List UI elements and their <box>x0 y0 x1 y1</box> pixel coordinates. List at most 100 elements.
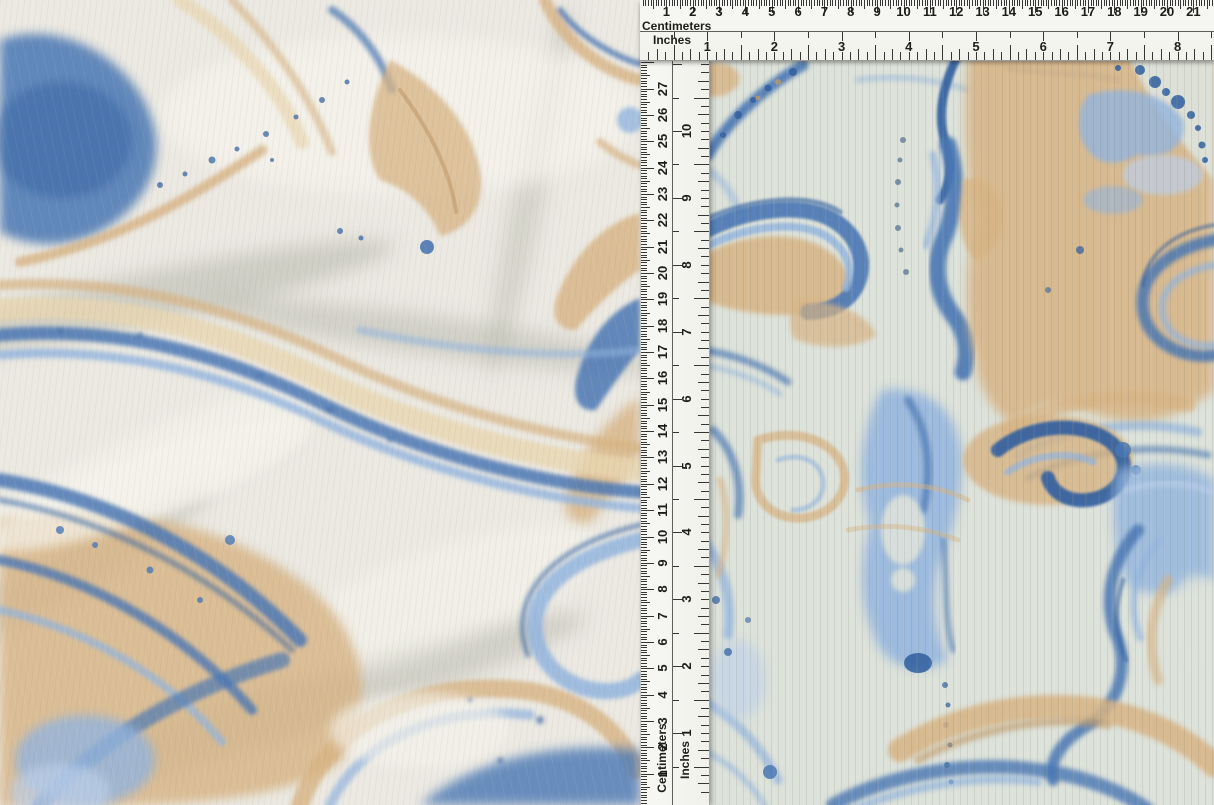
tick-mark <box>1119 52 1120 60</box>
tick-mark <box>641 360 647 361</box>
cm-number: 22 <box>656 210 670 230</box>
tick-mark <box>701 106 709 107</box>
tick-mark <box>641 365 650 366</box>
tick-mark <box>1072 0 1073 6</box>
tick-mark <box>641 526 647 527</box>
tick-mark <box>641 241 647 242</box>
tick-mark <box>641 747 654 748</box>
tick-mark <box>641 157 647 158</box>
tick-mark <box>641 423 647 424</box>
cm-number: 26 <box>656 105 670 125</box>
tick-mark <box>701 407 709 408</box>
tick-mark <box>701 792 709 793</box>
tick-mark <box>641 521 647 522</box>
cm-number: 6 <box>788 5 808 19</box>
tick-mark <box>641 181 650 182</box>
tick-mark <box>641 141 654 142</box>
tick-mark <box>641 784 647 785</box>
tick-mark <box>682 52 683 60</box>
tick-mark <box>1209 0 1210 6</box>
tick-mark <box>641 634 647 635</box>
tick-mark <box>1194 49 1195 60</box>
tick-mark <box>641 434 647 435</box>
inch-number: 10 <box>680 121 694 141</box>
tick-mark <box>641 149 647 150</box>
tick-mark <box>641 215 647 216</box>
tick-mark <box>701 240 709 241</box>
tick-mark <box>641 207 650 208</box>
tick-mark <box>641 468 647 469</box>
tick-mark <box>641 347 647 348</box>
tick-mark <box>641 602 650 603</box>
tick-mark <box>641 231 647 232</box>
tick-mark <box>641 629 650 630</box>
tick-mark <box>641 289 647 290</box>
tick-mark <box>641 639 647 640</box>
tick-mark <box>694 432 709 433</box>
tick-mark <box>701 641 709 642</box>
tick-mark <box>641 110 647 111</box>
tick-mark <box>641 689 647 690</box>
tick-mark <box>641 399 647 400</box>
cm-number: 12 <box>946 5 966 19</box>
tick-mark <box>641 442 647 443</box>
tick-mark <box>701 666 709 667</box>
tick-mark <box>673 298 679 299</box>
tick-mark <box>701 608 709 609</box>
tick-mark <box>641 315 647 316</box>
tick-mark <box>1046 0 1047 6</box>
tick-mark <box>641 550 650 551</box>
tick-mark <box>701 198 709 199</box>
tick-mark <box>641 226 647 227</box>
tick-mark <box>641 534 647 535</box>
bottom-left-marbling <box>0 397 362 805</box>
tick-mark <box>641 239 647 240</box>
tick-mark <box>641 405 654 406</box>
tick-mark <box>641 178 647 179</box>
tick-mark <box>701 675 709 676</box>
tick-mark <box>641 426 647 427</box>
tick-mark <box>641 479 647 480</box>
tick-mark <box>641 481 647 482</box>
cm-number: 10 <box>656 527 670 547</box>
tick-mark <box>641 687 647 688</box>
tick-mark <box>641 331 647 332</box>
tick-mark <box>641 291 647 292</box>
tick-mark <box>641 218 647 219</box>
tick-mark <box>641 152 647 153</box>
tick-mark <box>641 753 647 754</box>
cm-number: 3 <box>656 711 670 731</box>
tick-mark <box>641 505 647 506</box>
tick-mark <box>942 32 943 38</box>
tick-mark <box>641 249 647 250</box>
tick-mark <box>940 0 941 6</box>
tick-mark <box>641 168 654 169</box>
tick-mark <box>641 339 650 340</box>
tick-mark <box>641 210 647 211</box>
tick-mark <box>641 544 647 545</box>
tick-mark <box>641 789 647 790</box>
tick-mark <box>701 466 709 467</box>
tick-mark <box>858 49 859 60</box>
tick-mark <box>701 190 709 191</box>
tick-mark <box>641 323 647 324</box>
tick-mark <box>698 616 709 617</box>
tick-mark <box>641 89 654 90</box>
tick-mark <box>641 363 647 364</box>
tick-mark <box>641 94 647 95</box>
tick-mark <box>698 114 709 115</box>
tick-mark <box>641 144 647 145</box>
tick-mark <box>641 139 647 140</box>
tick-mark <box>861 0 862 6</box>
tick-mark <box>641 115 654 116</box>
tick-mark <box>641 302 647 303</box>
tick-mark <box>969 0 970 9</box>
tick-mark <box>641 384 647 385</box>
tick-mark <box>1144 45 1145 60</box>
tick-mark <box>1010 32 1011 38</box>
cm-number: 14 <box>999 5 1019 19</box>
tick-mark <box>707 52 708 60</box>
tick-mark <box>673 633 679 634</box>
tick-mark <box>741 45 742 60</box>
tick-mark <box>641 774 654 775</box>
